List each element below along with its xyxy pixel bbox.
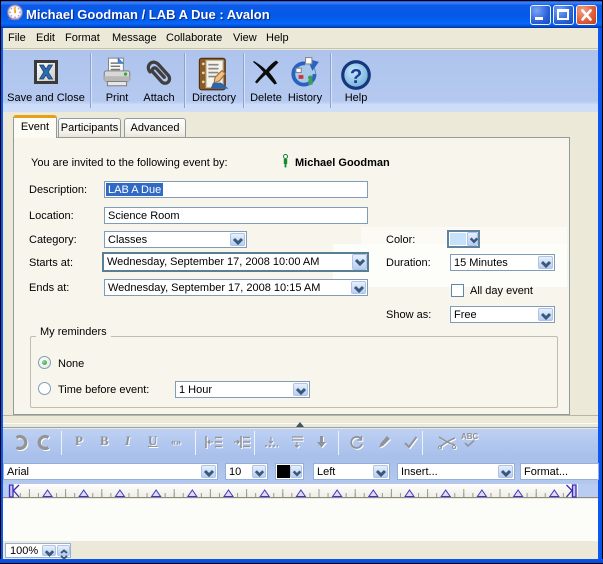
svg-text:?: ? xyxy=(350,66,362,88)
